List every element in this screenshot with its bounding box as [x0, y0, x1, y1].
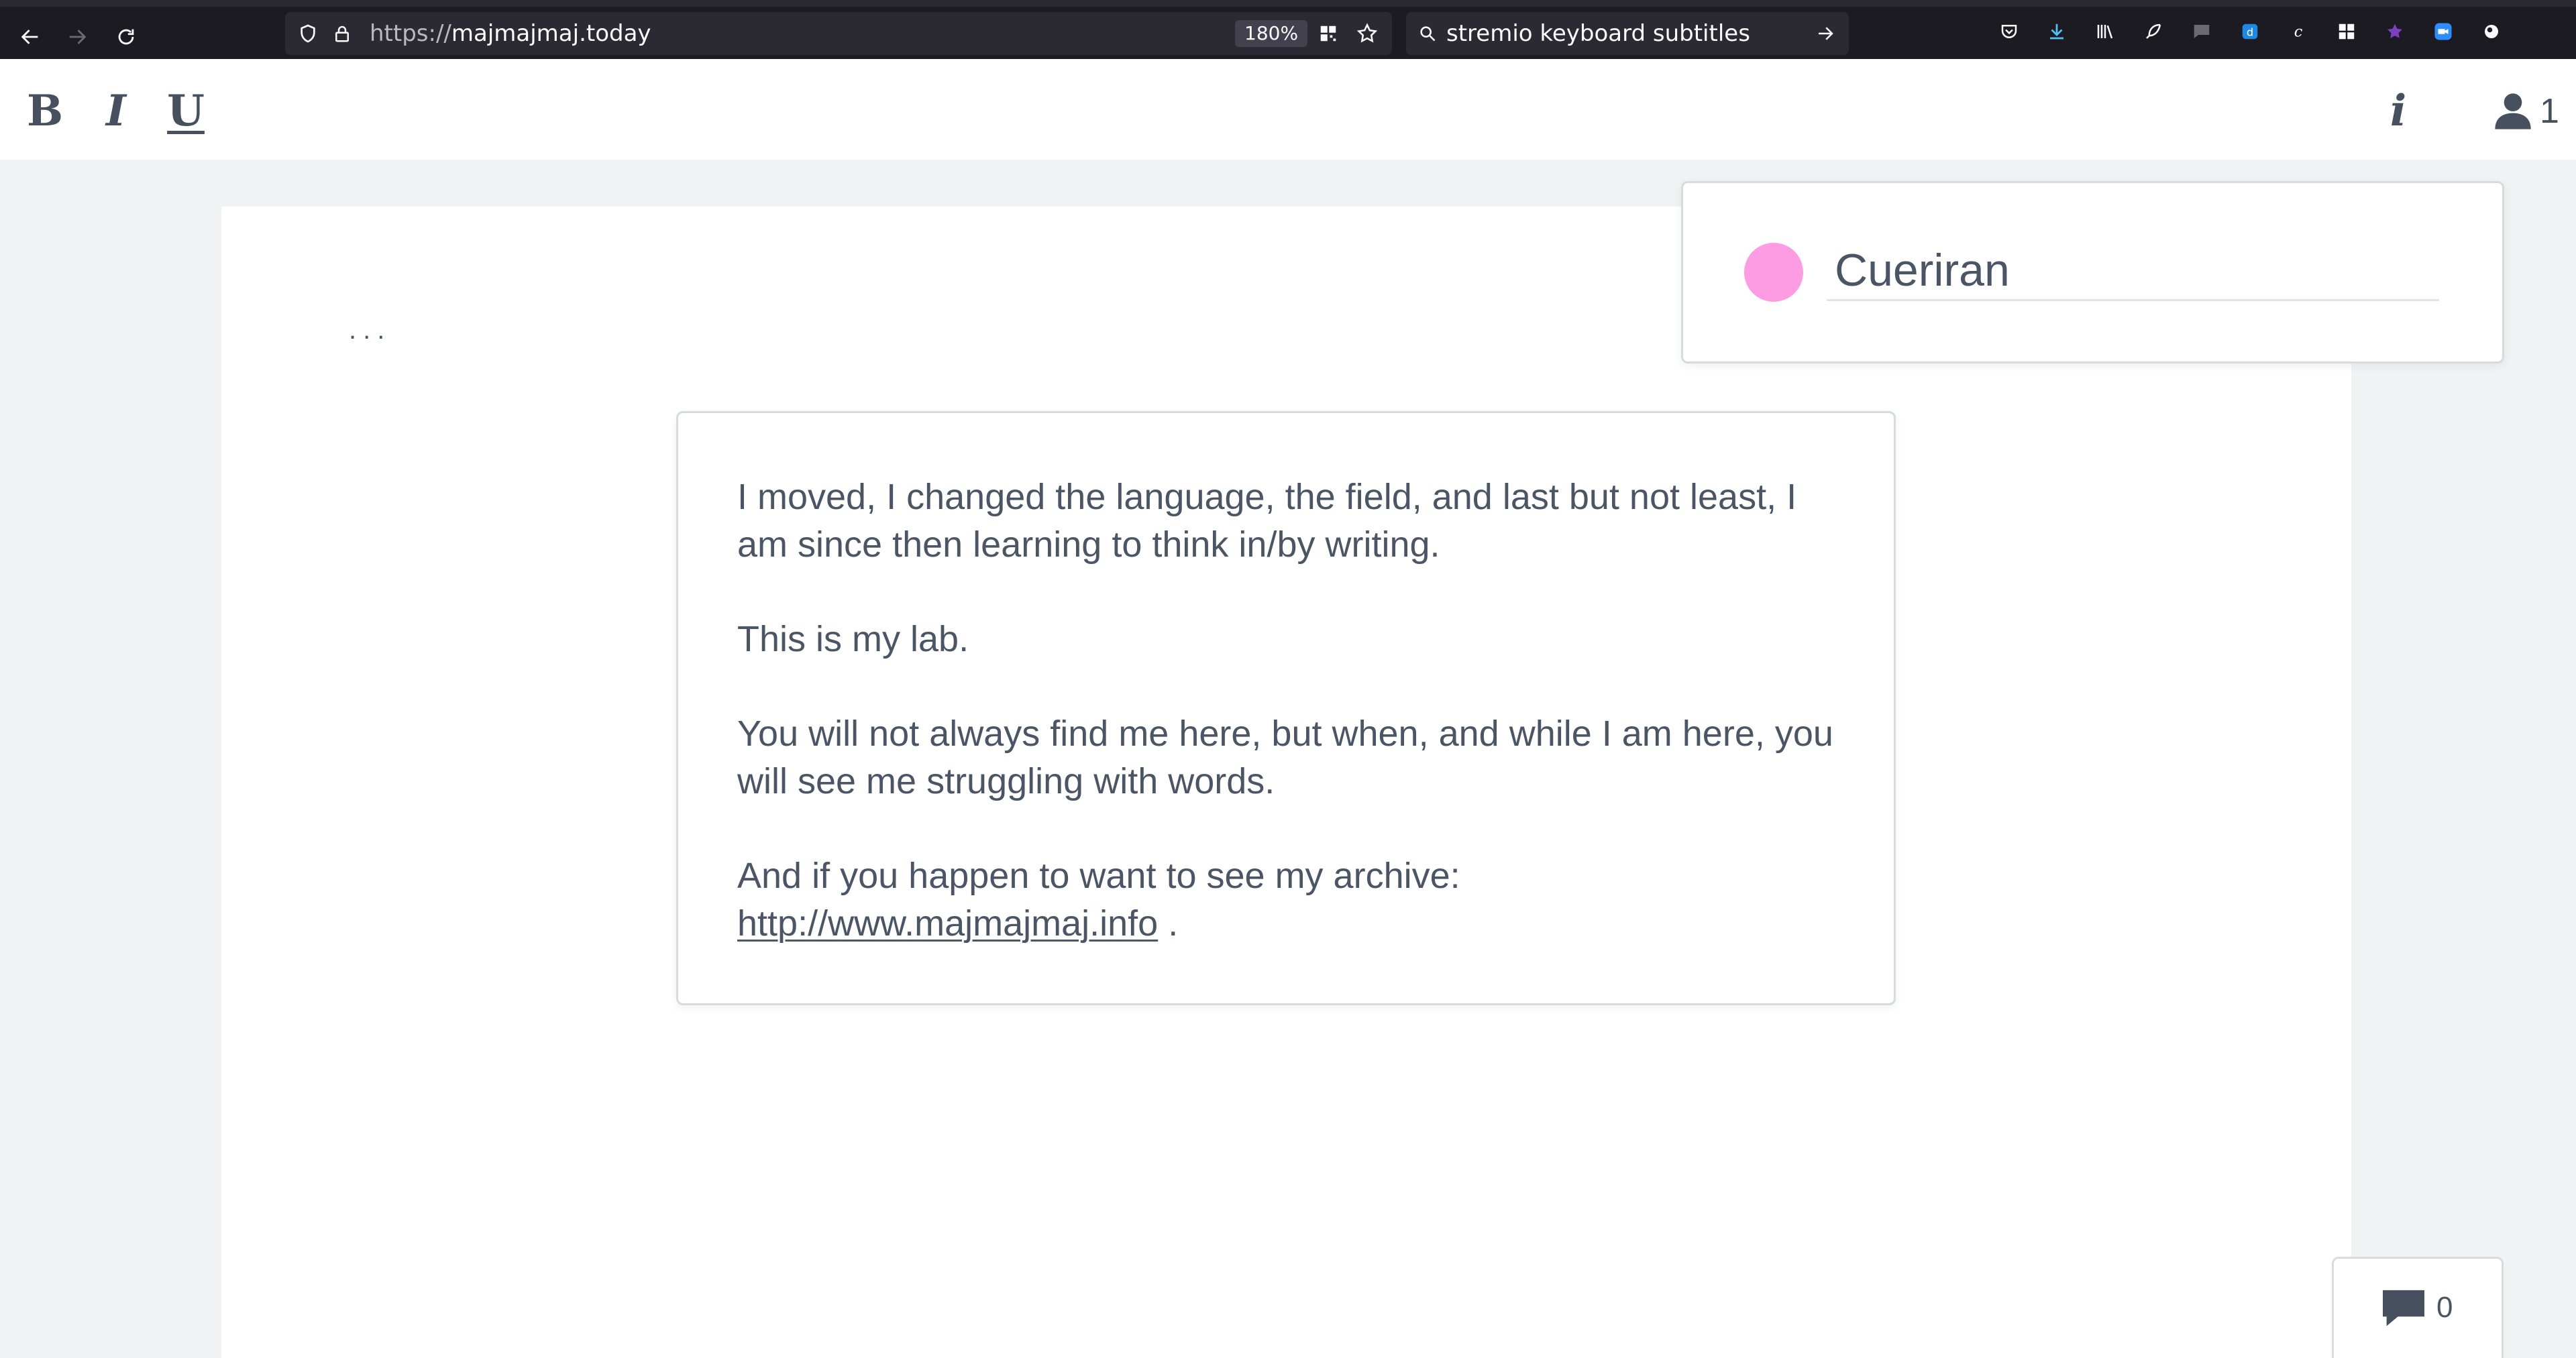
video-camera-icon[interactable]: [2430, 21, 2457, 48]
url-text[interactable]: https://majmajmaj.today: [370, 12, 651, 55]
url-host: majmajmaj.today: [451, 20, 651, 47]
archive-text: And if you happen to want to see my arch…: [737, 856, 1460, 896]
search-bar[interactable]: stremio keyboard subtitles: [1406, 12, 1849, 55]
underline-button[interactable]: U: [162, 84, 209, 138]
zoom-level-badge[interactable]: 180%: [1235, 20, 1308, 47]
comment-icon: [2383, 1290, 2424, 1326]
italic-button[interactable]: I: [93, 84, 140, 138]
extension-d-icon[interactable]: d: [2237, 21, 2263, 48]
qr-code-icon[interactable]: [1318, 12, 1338, 55]
download-icon[interactable]: [2043, 21, 2070, 48]
user-icon: [2495, 93, 2531, 129]
pocket-icon[interactable]: [1996, 21, 2023, 48]
post-paragraph[interactable]: You will not always find me here, but wh…: [737, 710, 1835, 805]
svg-text:c: c: [2294, 23, 2303, 41]
comments-count: 0: [2436, 1291, 2453, 1324]
ellipsis-marker[interactable]: ...: [349, 315, 391, 345]
url-scheme: https://: [370, 20, 451, 47]
user-popover: [1681, 181, 2504, 363]
username-field[interactable]: [1827, 241, 2439, 301]
bold-button[interactable]: B: [21, 84, 68, 138]
bookmark-star-icon[interactable]: [1356, 12, 1379, 55]
archive-link[interactable]: http://www.majmajmaj.info: [737, 903, 1158, 944]
comments-button[interactable]: 0: [2332, 1257, 2504, 1358]
user-color-swatch[interactable]: [1744, 243, 1803, 302]
browser-toolbar: https://majmajmaj.today 180% stremio key…: [0, 0, 2576, 59]
forward-button[interactable]: [62, 21, 93, 52]
archive-suffix: .: [1158, 903, 1179, 944]
search-query[interactable]: stremio keyboard subtitles: [1446, 12, 1750, 55]
reload-button[interactable]: [111, 21, 142, 52]
users-button[interactable]: 1: [2489, 84, 2576, 138]
go-arrow-icon[interactable]: [1815, 12, 1835, 55]
users-count: 1: [2540, 92, 2559, 131]
editor-toolbar: B I U i 1: [0, 59, 2576, 160]
extension-c-icon[interactable]: c: [2285, 21, 2312, 48]
extension-face-icon[interactable]: [2478, 21, 2505, 48]
back-button[interactable]: [15, 21, 46, 52]
post-paragraph[interactable]: This is my lab.: [737, 616, 1835, 663]
reload-icon: [118, 29, 134, 45]
chat-bubble-icon[interactable]: [2188, 21, 2215, 48]
extensions-grid-icon[interactable]: [2333, 21, 2360, 48]
url-bar[interactable]: https://majmajmaj.today 180%: [285, 12, 1392, 55]
shield-icon[interactable]: [297, 12, 319, 55]
search-icon: [1418, 12, 1437, 55]
feather-icon[interactable]: [2140, 21, 2167, 48]
info-button[interactable]: i: [2378, 84, 2418, 138]
lock-icon[interactable]: [332, 12, 352, 55]
svg-text:d: d: [2247, 25, 2253, 38]
arrow-right-icon: [69, 30, 87, 44]
extension-star-icon[interactable]: [2381, 21, 2408, 48]
post-paragraph[interactable]: I moved, I changed the language, the fie…: [737, 473, 1835, 569]
library-icon[interactable]: [2092, 21, 2118, 48]
archive-paragraph[interactable]: And if you happen to want to see my arch…: [737, 852, 1835, 948]
post-card[interactable]: I moved, I changed the language, the fie…: [676, 411, 1896, 1005]
arrow-left-icon: [21, 30, 38, 44]
